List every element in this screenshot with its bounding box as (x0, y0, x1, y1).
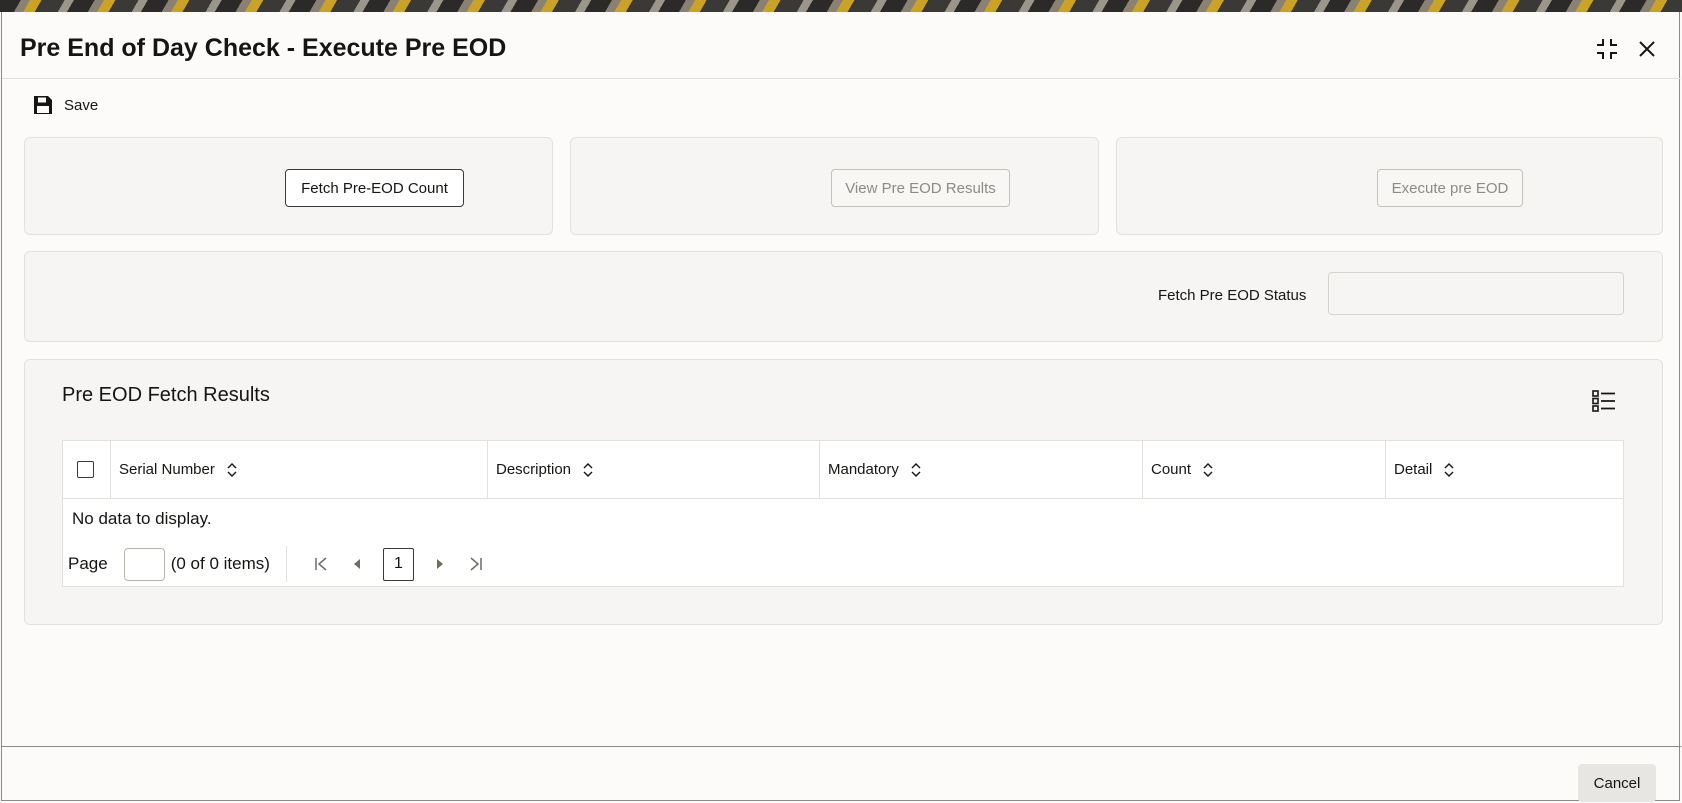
column-label: Detail (1394, 461, 1433, 478)
first-page-icon (315, 557, 327, 571)
pager-divider (285, 546, 287, 582)
dialog-title: Pre End of Day Check - Execute Pre EOD (20, 34, 507, 62)
save-label: Save (64, 96, 99, 114)
save-button[interactable]: Save (32, 94, 98, 116)
column-header-description[interactable]: Description (487, 441, 819, 498)
view-panel: View Pre EOD Results (570, 137, 1099, 235)
last-page-icon (470, 557, 482, 571)
results-title: Pre EOD Fetch Results (62, 384, 270, 406)
first-page-button[interactable] (307, 550, 335, 578)
results-table: Serial Number Description Mandatory Coun… (62, 440, 1624, 587)
execute-panel: Execute pre EOD (1116, 137, 1663, 235)
current-page-button[interactable]: 1 (382, 547, 414, 581)
dialog-window: Pre End of Day Check - Execute Pre EOD S… (1, 12, 1681, 802)
fetch-panel: Fetch Pre-EOD Count (24, 137, 553, 235)
page-number-input[interactable] (123, 547, 165, 581)
next-page-icon (436, 559, 443, 569)
table-header: Serial Number Description Mandatory Coun… (63, 441, 1623, 499)
empty-table-message: No data to display. (72, 509, 212, 528)
close-icon (1639, 41, 1655, 57)
column-header-count[interactable]: Count (1142, 441, 1385, 498)
view-pre-eod-results-button[interactable]: View Pre EOD Results (831, 169, 1010, 207)
column-label: Description (496, 461, 572, 478)
sort-icon[interactable] (911, 462, 921, 477)
column-header-mandatory[interactable]: Mandatory (819, 441, 1142, 498)
previous-page-icon (353, 559, 360, 569)
collapse-button[interactable] (1592, 34, 1622, 64)
column-label: Serial Number (119, 461, 215, 478)
collapse-icon (1597, 39, 1617, 59)
header-divider (2, 78, 1681, 79)
column-label: Count (1151, 461, 1192, 478)
list-view-button[interactable] (1592, 389, 1616, 418)
sort-icon[interactable] (227, 462, 237, 477)
previous-page-button[interactable] (343, 550, 371, 578)
save-icon (34, 96, 52, 114)
cancel-button[interactable]: Cancel (1578, 764, 1656, 802)
column-label: Mandatory (828, 461, 899, 478)
sort-icon[interactable] (1203, 462, 1213, 477)
sort-icon[interactable] (583, 462, 593, 477)
select-all-checkbox[interactable] (77, 461, 94, 478)
fetch-pre-eod-count-button[interactable]: Fetch Pre-EOD Count (285, 169, 464, 207)
close-button[interactable] (1632, 34, 1662, 64)
execute-pre-eod-button[interactable]: Execute pre EOD (1377, 169, 1523, 207)
header-banner (0, 0, 1682, 12)
sort-icon[interactable] (1444, 462, 1454, 477)
list-view-icon (1592, 390, 1615, 412)
items-count: (0 of 0 items) (170, 554, 270, 573)
pagination: Page (0 of 0 items) 1 (68, 546, 494, 582)
fetch-status-label: Fetch Pre EOD Status (1158, 287, 1307, 304)
page-label: Page (68, 554, 108, 573)
next-page-button[interactable] (426, 550, 454, 578)
column-header-serial-number[interactable]: Serial Number (110, 441, 487, 498)
column-header-detail[interactable]: Detail (1385, 441, 1623, 498)
last-page-button[interactable] (462, 550, 490, 578)
footer-divider (2, 746, 1681, 747)
fetch-status-field[interactable] (1328, 272, 1624, 315)
